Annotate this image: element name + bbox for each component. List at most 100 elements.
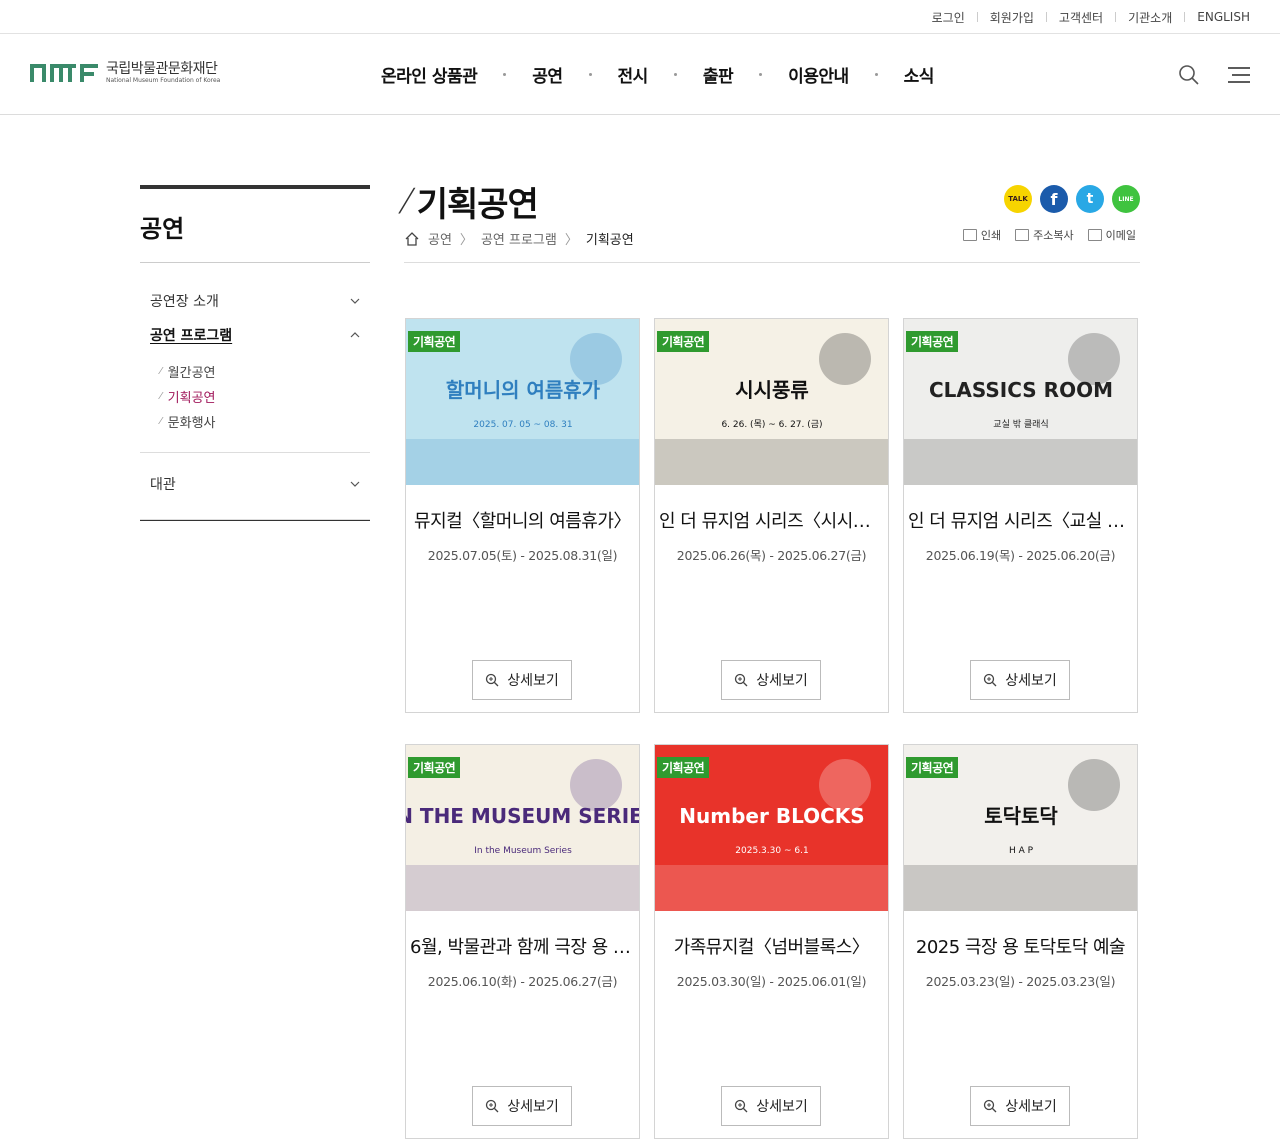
performance-date: 2025.06.19(목) - 2025.06.20(금) [925, 548, 1116, 563]
detail-button[interactable]: 상세보기 [721, 1086, 821, 1126]
signup-link[interactable]: 회원가입 [965, 9, 1034, 26]
site-header: 국립박물관문화재단 National Museum Foundation of … [0, 34, 1280, 115]
nav-performance[interactable]: 공연 [477, 62, 563, 87]
hamburger-menu-icon[interactable] [1228, 64, 1250, 86]
svg-text:교실 밖 클래식: 교실 밖 클래식 [993, 419, 1048, 430]
detail-button[interactable]: 상세보기 [472, 660, 572, 700]
email-button[interactable]: 이메일 [1087, 227, 1136, 243]
performance-date: 2025.07.05(토) - 2025.08.31(일) [427, 548, 618, 563]
sidebar-item-venue[interactable]: 공연장 소개 공연 프로그램 월간공연 기획공연 문화행사 [140, 263, 370, 453]
home-icon[interactable] [404, 231, 420, 247]
performance-card[interactable]: 토닥토닥 H A P 기획공연 2025 극장 용 토닥토닥 예술 2025.0… [903, 744, 1138, 1139]
nmf-logo-icon [30, 64, 98, 82]
performance-title[interactable]: 인 더 뮤지엄 시리즈〈교실 밖 클래식〉 [904, 507, 1137, 533]
svg-text:시시풍류: 시시풍류 [735, 378, 809, 402]
zoom-in-icon [735, 673, 748, 687]
customer-center-link[interactable]: 고객센터 [1034, 9, 1103, 26]
site-logo[interactable]: 국립박물관문화재단 National Museum Foundation of … [30, 62, 220, 84]
performance-date: 2025.03.23(일) - 2025.03.23(일) [925, 974, 1116, 989]
performance-card[interactable]: CLASSICS ROOM 교실 밖 클래식 기획공연 인 더 뮤지엄 시리즈〈… [903, 318, 1138, 713]
detail-button[interactable]: 상세보기 [721, 660, 821, 700]
chevron-down-icon [350, 481, 360, 487]
main-nav: 온라인 상품관 공연 전시 출판 이용안내 소식 [381, 34, 934, 115]
breadcrumb-item[interactable]: 공연 [428, 229, 452, 248]
print-button[interactable]: 인쇄 [962, 227, 1001, 243]
performance-title[interactable]: 2025 극장 용 토닥토닥 예술 [904, 933, 1137, 959]
line-icon[interactable]: LINE [1112, 185, 1140, 213]
detail-button[interactable]: 상세보기 [970, 1086, 1070, 1126]
print-icon [962, 229, 977, 241]
svg-text:토닥토닥: 토닥토닥 [984, 804, 1058, 828]
category-badge: 기획공연 [408, 331, 461, 352]
svg-text:CLASSICS ROOM: CLASSICS ROOM [929, 378, 1113, 402]
nav-exhibition[interactable]: 전시 [563, 62, 649, 87]
breadcrumb-current: 기획공연 [585, 233, 634, 248]
copy-url-button[interactable]: 주소복사 [1015, 227, 1074, 243]
zoom-in-icon [735, 1099, 748, 1113]
performance-title[interactable]: 6월, 박물관과 함께 극장 용 뮤지엄 [406, 933, 639, 959]
nav-news[interactable]: 소식 [849, 62, 935, 87]
about-link[interactable]: 기관소개 [1103, 9, 1172, 26]
category-badge: 기획공연 [906, 331, 959, 352]
performance-poster[interactable]: 시시풍류 6. 26. (목) ~ 6. 27. (금) 기획공연 [655, 319, 888, 485]
performance-poster[interactable]: IN THE MUSEUM SERIES In the Museum Serie… [406, 745, 639, 911]
performance-title[interactable]: 인 더 뮤지엄 시리즈〈시시풍류〉 [655, 507, 888, 533]
breadcrumb-item[interactable]: 공연 프로그램 [481, 229, 557, 248]
performance-poster[interactable]: Number BLOCKS 2025.3.30 ~ 6.1 기획공연 [655, 745, 888, 911]
zoom-in-icon [486, 1099, 499, 1113]
login-link[interactable]: 로그인 [932, 9, 965, 26]
performance-poster[interactable]: CLASSICS ROOM 교실 밖 클래식 기획공연 [904, 319, 1137, 485]
svg-text:In the Museum Series: In the Museum Series [474, 846, 572, 856]
chevron-up-icon [350, 331, 360, 337]
logo-korean: 국립박물관문화재단 [106, 61, 218, 77]
detail-button[interactable]: 상세보기 [472, 1086, 572, 1126]
category-badge: 기획공연 [657, 331, 710, 352]
sidebar-item-program[interactable]: 공연 프로그램 [150, 322, 360, 347]
nav-guide[interactable]: 이용안내 [733, 62, 849, 87]
performance-card[interactable]: 시시풍류 6. 26. (목) ~ 6. 27. (금) 기획공연 인 더 뮤지… [654, 318, 889, 713]
zoom-in-icon [486, 673, 499, 687]
twitter-icon[interactable]: t [1076, 185, 1104, 213]
kakaotalk-icon[interactable]: TALK [1004, 185, 1032, 213]
performance-card[interactable]: 할머니의 여름휴가 2025. 07. 05 ~ 08. 31 기획공연 뮤지컬… [405, 318, 640, 713]
detail-button-label: 상세보기 [507, 673, 559, 689]
detail-button-label: 상세보기 [507, 1099, 559, 1115]
detail-button[interactable]: 상세보기 [970, 660, 1070, 700]
utility-bar: 로그인 회원가입 고객센터 기관소개 ENGLISH [0, 0, 1280, 34]
detail-button-label: 상세보기 [1005, 1099, 1057, 1115]
performance-date: 2025.06.26(목) - 2025.06.27(금) [676, 548, 867, 563]
performance-poster[interactable]: 할머니의 여름휴가 2025. 07. 05 ~ 08. 31 기획공연 [406, 319, 639, 485]
performance-title[interactable]: 가족뮤지컬〈넘버블록스〉 [655, 933, 888, 959]
facebook-icon[interactable]: f [1040, 185, 1068, 213]
submenu-cultural-events[interactable]: 문화행사 [160, 409, 360, 434]
breadcrumb: 공연 〉 공연 프로그램 〉 기획공연 [404, 229, 634, 248]
svg-text:2025. 07. 05 ~ 08. 31: 2025. 07. 05 ~ 08. 31 [473, 420, 572, 430]
english-link[interactable]: ENGLISH [1172, 10, 1250, 24]
performance-card[interactable]: Number BLOCKS 2025.3.30 ~ 6.1 기획공연 가족뮤지컬… [654, 744, 889, 1139]
performance-poster[interactable]: 토닥토닥 H A P 기획공연 [904, 745, 1137, 911]
detail-button-label: 상세보기 [756, 673, 808, 689]
submenu-monthly[interactable]: 월간공연 [160, 359, 360, 384]
svg-text:2025.3.30 ~ 6.1: 2025.3.30 ~ 6.1 [735, 846, 808, 856]
sns-share: TALK f t LINE [1004, 185, 1140, 213]
svg-text:6. 26. (목) ~ 6. 27. (금): 6. 26. (목) ~ 6. 27. (금) [721, 419, 822, 430]
category-badge: 기획공연 [906, 757, 959, 778]
chevron-down-icon [350, 298, 360, 304]
sidebar-item-label: 공연 프로그램 [150, 327, 233, 344]
zoom-in-icon [984, 673, 997, 687]
detail-button-label: 상세보기 [756, 1099, 808, 1115]
performance-list: 할머니의 여름휴가 2025. 07. 05 ~ 08. 31 기획공연 뮤지컬… [405, 318, 1140, 1139]
zoom-in-icon [984, 1099, 997, 1113]
submenu-special[interactable]: 기획공연 [160, 384, 360, 409]
nav-publication[interactable]: 출판 [648, 62, 734, 87]
title-slash-icon: ⁄ [404, 181, 410, 222]
sidebar-item-label: 대관 [150, 476, 176, 493]
performance-card[interactable]: IN THE MUSEUM SERIES In the Museum Serie… [405, 744, 640, 1139]
nav-online-shop[interactable]: 온라인 상품관 [381, 62, 478, 87]
mail-icon [1087, 229, 1102, 241]
performance-title[interactable]: 뮤지컬〈할머니의 여름휴가〉 [406, 507, 639, 533]
sidebar-item-rental[interactable]: 대관 [140, 453, 370, 520]
search-icon[interactable] [1178, 64, 1200, 86]
logo-english: National Museum Foundation of Korea [106, 77, 221, 84]
page-tools: 인쇄 주소복사 이메일 [962, 227, 1136, 243]
